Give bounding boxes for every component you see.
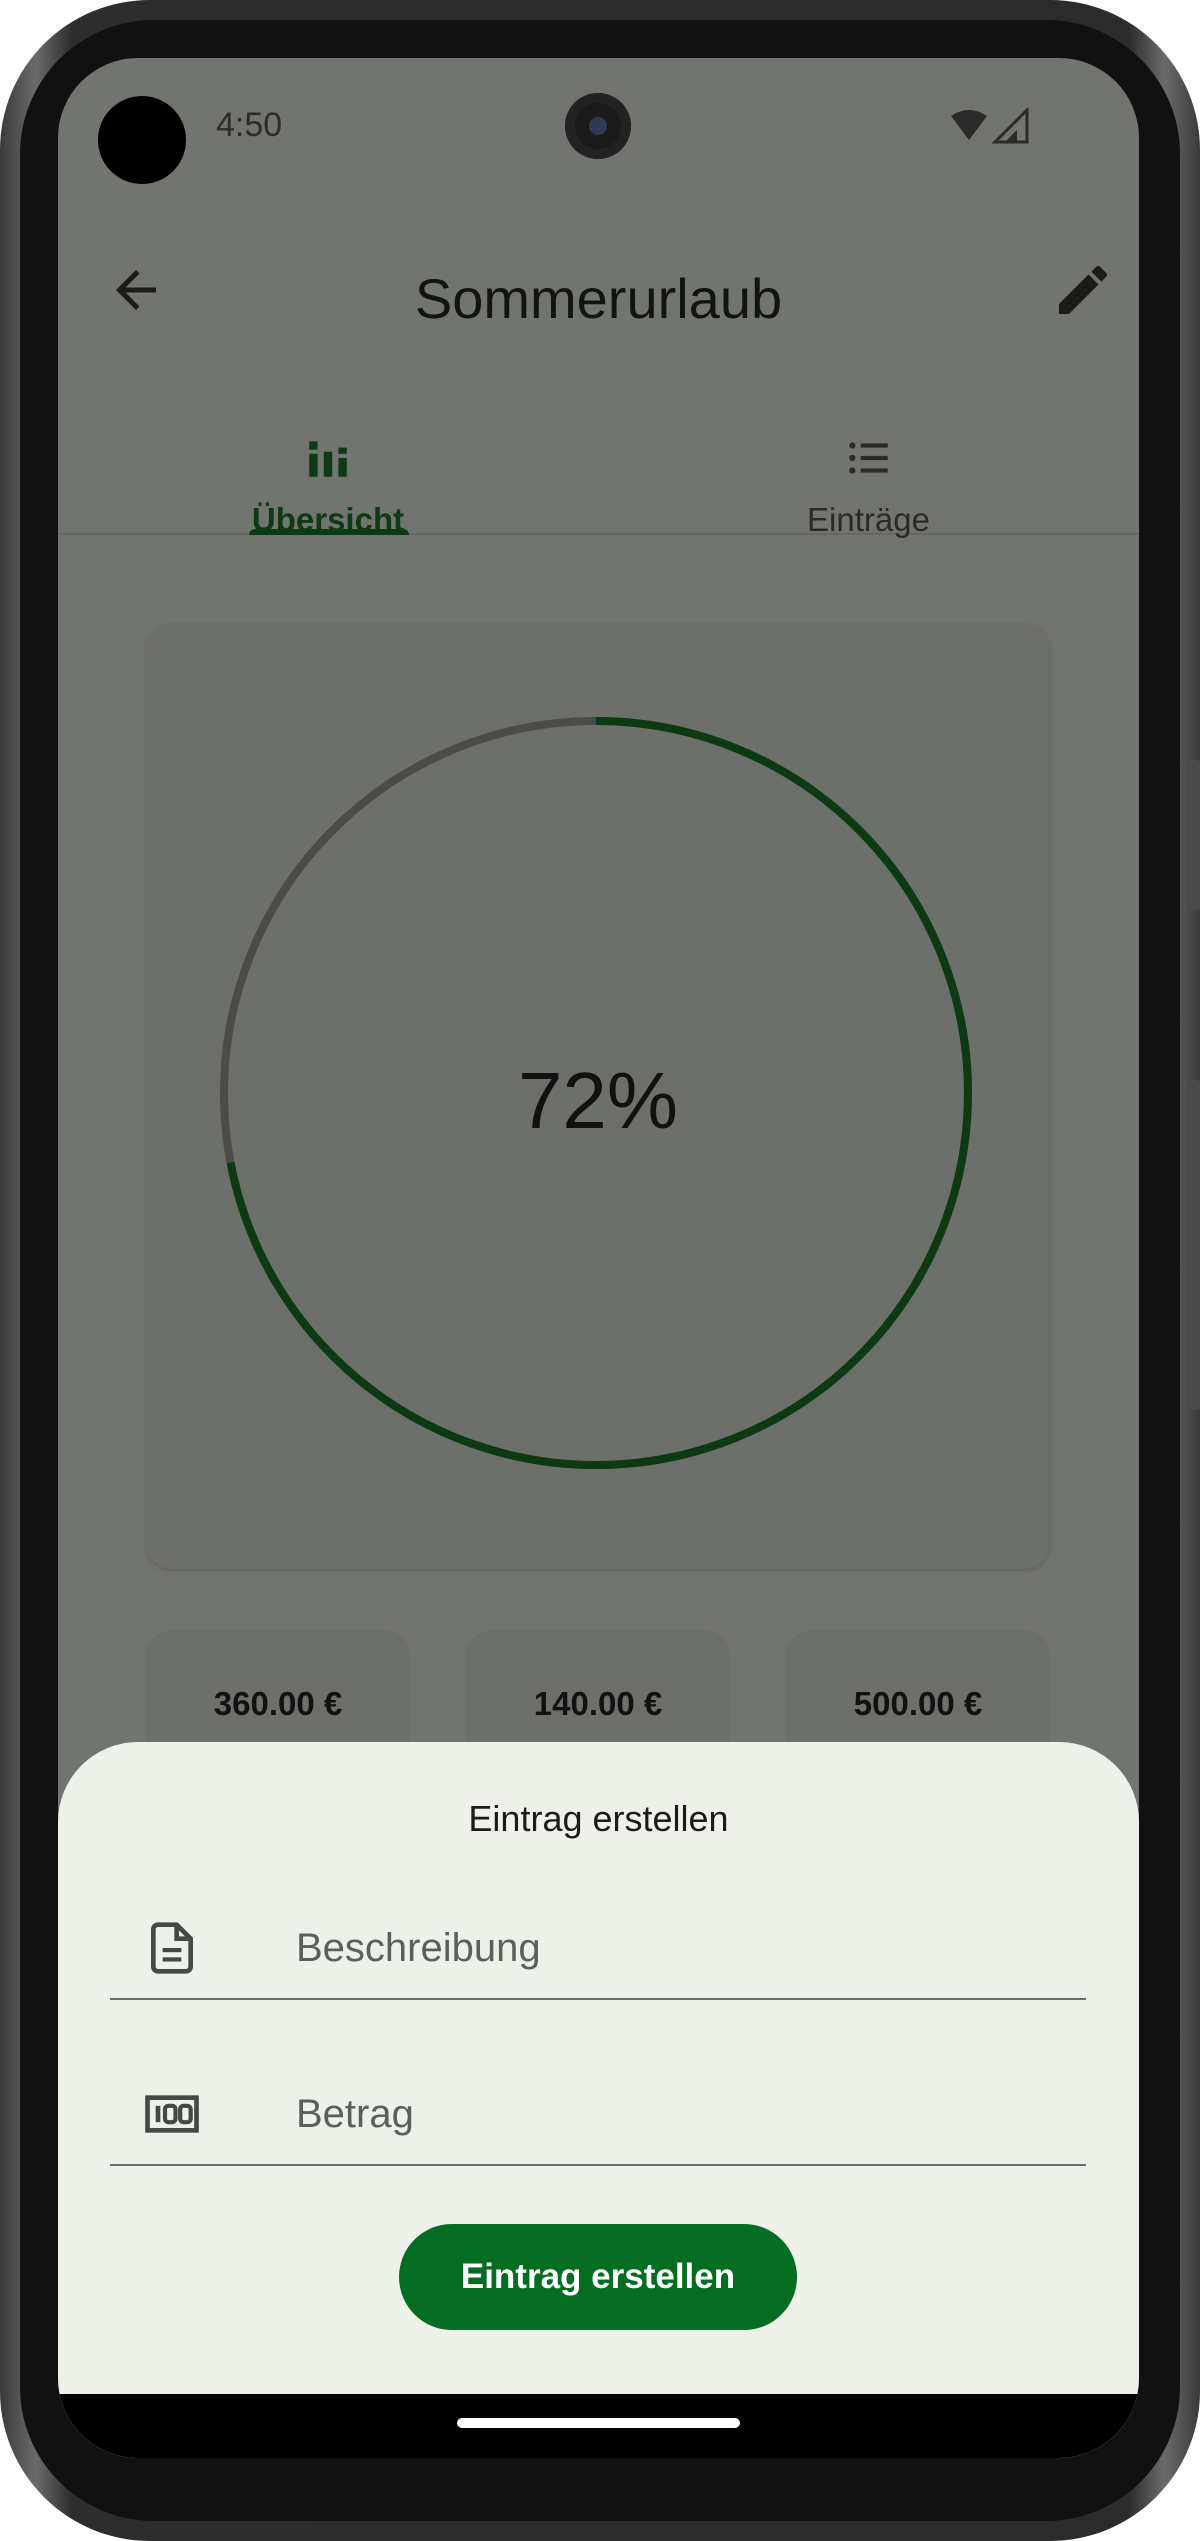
volume-button: [1190, 1080, 1200, 1410]
screen: 4:50 Sommerurlaub Übersicht Einträge 72%…: [58, 58, 1139, 2458]
create-entry-button[interactable]: Eintrag erstellen: [399, 2224, 797, 2330]
tab-indicator: [249, 529, 409, 535]
pencil-icon[interactable]: [1051, 258, 1115, 322]
list-icon: [848, 442, 888, 474]
document-icon: [151, 1922, 193, 1974]
tab-overview[interactable]: Übersicht: [58, 363, 598, 538]
device-frame: 4:50 Sommerurlaub Übersicht Einträge 72%…: [0, 0, 1200, 2541]
description-input[interactable]: [296, 1918, 1056, 1978]
tab-entries[interactable]: Einträge: [598, 363, 1139, 538]
progress-card: 72%: [146, 623, 1050, 1569]
notification-dot: [98, 96, 186, 184]
tab-bar: Übersicht Einträge: [58, 363, 1139, 538]
front-camera: [565, 93, 631, 159]
amount-input[interactable]: [296, 2084, 1056, 2144]
status-time: 4:50: [216, 106, 283, 144]
page-title: Sommerurlaub: [414, 267, 783, 330]
banknote-icon: [145, 2095, 199, 2133]
power-button: [1190, 760, 1200, 910]
app-bar: Sommerurlaub: [58, 238, 1139, 348]
signal-wifi-icon: [951, 108, 1029, 144]
description-field[interactable]: [110, 1882, 1086, 2000]
home-indicator[interactable]: [457, 2418, 740, 2428]
progress-percent: 72%: [517, 1056, 679, 1145]
amount-field[interactable]: [110, 2048, 1086, 2166]
navigation-bar: [58, 2394, 1139, 2458]
bar-chart-icon: [309, 441, 347, 477]
tab-entries-label: Einträge: [807, 501, 930, 538]
status-bar: 4:50: [58, 58, 1139, 198]
sheet-title: Eintrag erstellen: [468, 1798, 729, 1839]
create-entry-sheet: Eintrag erstellen Ein: [58, 1742, 1139, 2458]
